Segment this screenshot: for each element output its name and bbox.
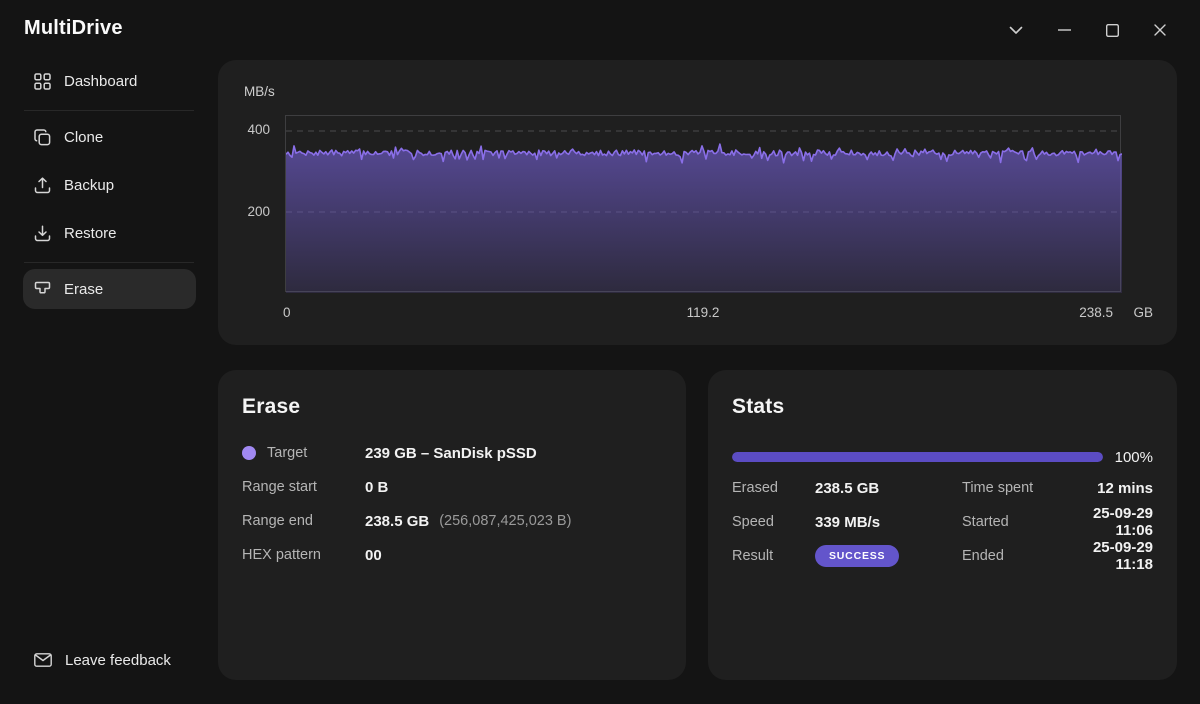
range-end-label: Range end <box>242 513 365 529</box>
target-value: 239 GB – SanDisk pSSD <box>365 445 537 462</box>
erase-row-range-end: Range end 238.5 GB (256,087,425,023 B) <box>242 504 662 538</box>
stat-row-ended: Ended 25-09-29 11:18 <box>962 539 1153 573</box>
upload-icon <box>34 177 51 194</box>
window-menu-button[interactable] <box>992 14 1040 46</box>
app-title: MultiDrive <box>24 17 123 40</box>
titlebar: MultiDrive <box>0 0 1200 60</box>
hex-pattern-value: 00 <box>365 547 382 564</box>
x-axis-unit: GB <box>1113 305 1153 320</box>
x-tick-mid: 119.2 <box>673 305 733 320</box>
sidebar-item-restore[interactable]: Restore <box>23 213 196 253</box>
envelope-icon <box>34 653 52 667</box>
sidebar-item-label: Dashboard <box>64 73 137 90</box>
speed-label: Speed <box>732 514 815 530</box>
time-spent-value: 12 mins <box>1052 480 1153 497</box>
maximize-icon <box>1106 24 1119 37</box>
grid-icon <box>34 73 51 90</box>
y-tick-400: 400 <box>230 122 270 137</box>
speed-area-chart <box>286 116 1122 293</box>
chevron-down-icon <box>1009 26 1023 35</box>
progress-bar-fill <box>732 452 1103 462</box>
time-spent-label: Time spent <box>962 480 1052 496</box>
copy-icon <box>34 129 51 146</box>
sidebar-item-backup[interactable]: Backup <box>23 165 196 205</box>
target-drive-dot-icon <box>242 446 256 460</box>
sidebar-item-label: Restore <box>64 225 117 242</box>
sidebar-divider <box>24 262 194 263</box>
range-start-value: 0 B <box>365 479 388 496</box>
stat-row-erased: Erased 238.5 GB <box>732 471 962 505</box>
minimize-icon <box>1058 29 1071 31</box>
stat-row-started: Started 25-09-29 11:06 <box>962 505 1153 539</box>
speed-chart-plot <box>285 115 1121 292</box>
progress-bar-track <box>732 452 1103 462</box>
brush-icon <box>34 281 51 298</box>
erase-progress: 100% <box>732 449 1153 465</box>
leave-feedback-label: Leave feedback <box>65 652 171 669</box>
erased-label: Erased <box>732 480 815 496</box>
range-start-label: Range start <box>242 479 365 495</box>
started-value: 25-09-29 11:06 <box>1052 505 1153 539</box>
sidebar-item-erase[interactable]: Erase <box>23 269 196 309</box>
result-label: Result <box>732 548 815 564</box>
download-icon <box>34 225 51 242</box>
x-tick-0: 0 <box>283 305 303 320</box>
progress-percent: 100% <box>1103 449 1153 466</box>
maximize-button[interactable] <box>1088 14 1136 46</box>
erase-row-hex-pattern: HEX pattern 00 <box>242 538 662 572</box>
speed-value: 339 MB/s <box>815 514 880 531</box>
started-label: Started <box>962 514 1052 530</box>
stat-row-result: Result SUCCESS <box>732 539 962 573</box>
sidebar: Dashboard Clone Backup Restore Erase Lea… <box>0 60 218 704</box>
y-tick-200: 200 <box>230 204 270 219</box>
ended-value: 25-09-29 11:18 <box>1052 539 1153 573</box>
erased-value: 238.5 GB <box>815 480 879 497</box>
chart-y-axis-unit: MB/s <box>244 84 275 99</box>
leave-feedback-button[interactable]: Leave feedback <box>23 640 196 680</box>
sidebar-item-clone[interactable]: Clone <box>23 117 196 157</box>
target-label: Target <box>242 445 365 461</box>
window-controls <box>992 14 1184 46</box>
stat-row-speed: Speed 339 MB/s <box>732 505 962 539</box>
speed-chart-card: MB/s 400 200 0 119.2 238.5 GB <box>218 60 1177 345</box>
stats-card: Stats 100% Erased 238.5 GB Speed 339 MB/… <box>708 370 1177 680</box>
success-badge: SUCCESS <box>815 545 899 567</box>
ended-label: Ended <box>962 548 1052 564</box>
minimize-button[interactable] <box>1040 14 1088 46</box>
x-tick-end: 238.5 <box>1053 305 1113 320</box>
sidebar-item-dashboard[interactable]: Dashboard <box>23 61 196 101</box>
erase-card: Erase Target 239 GB – SanDisk pSSD Range… <box>218 370 686 680</box>
sidebar-divider <box>24 110 194 111</box>
stat-row-time-spent: Time spent 12 mins <box>962 471 1153 505</box>
stats-card-title: Stats <box>732 395 1153 419</box>
sidebar-item-label: Backup <box>64 177 114 194</box>
range-end-bytes: (256,087,425,023 B) <box>439 513 571 529</box>
erase-row-target: Target 239 GB – SanDisk pSSD <box>242 436 662 470</box>
close-button[interactable] <box>1136 14 1184 46</box>
close-icon <box>1154 24 1166 36</box>
hex-pattern-label: HEX pattern <box>242 547 365 563</box>
sidebar-item-label: Clone <box>64 129 103 146</box>
range-end-value: 238.5 GB <box>365 513 429 530</box>
sidebar-item-label: Erase <box>64 281 103 298</box>
erase-row-range-start: Range start 0 B <box>242 470 662 504</box>
erase-card-title: Erase <box>242 395 662 419</box>
